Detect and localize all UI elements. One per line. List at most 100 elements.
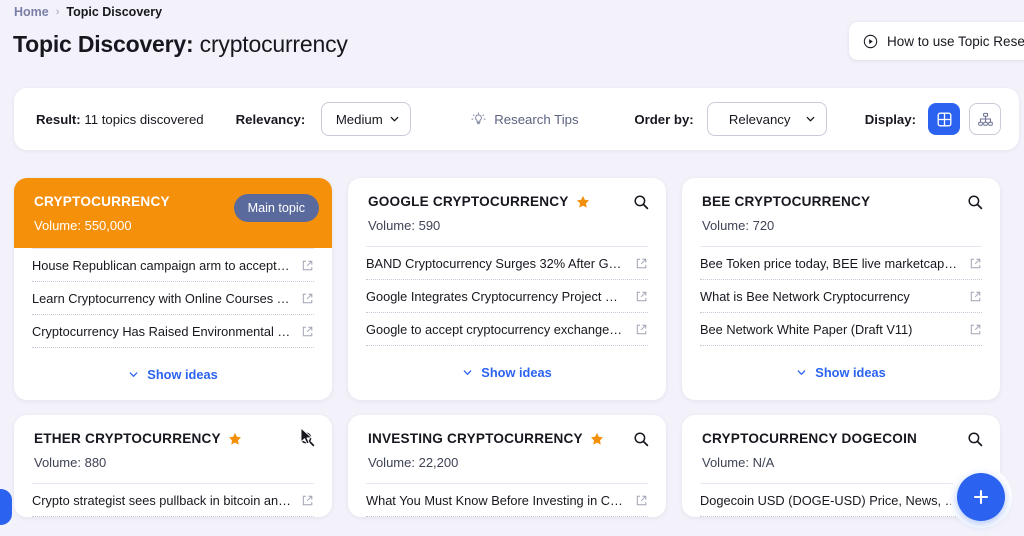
- idea-title: Bee Network White Paper (Draft V11): [700, 321, 913, 337]
- topic-discovery-page: Home › Topic Discovery Topic Discovery: …: [0, 0, 1024, 536]
- external-link-icon[interactable]: [969, 290, 982, 303]
- search-icon[interactable]: [633, 194, 649, 210]
- external-link-icon[interactable]: [301, 494, 314, 507]
- topic-card-header: BEE CRYPTOCURRENCY Volume: 720: [682, 178, 1000, 246]
- topic-card-title-row: ETHER CRYPTOCURRENCY: [34, 431, 314, 446]
- star-icon[interactable]: [590, 432, 604, 446]
- topic-card-title-row: CRYPTOCURRENCY DOGECOIN: [702, 431, 982, 446]
- breadcrumb-separator-icon: ›: [55, 6, 60, 18]
- how-to-use-label: How to use Topic Research: [887, 33, 1024, 49]
- idea-title: Google to accept cryptocurrency exchange…: [366, 321, 628, 337]
- external-link-icon[interactable]: [301, 325, 314, 338]
- topic-card-ideas: Dogecoin USD (DOGE-USD) Price, News, Qu.…: [700, 483, 982, 517]
- external-link-icon[interactable]: [969, 323, 982, 336]
- add-topic-button[interactable]: [957, 473, 1005, 521]
- how-to-use-topic-research-button[interactable]: How to use Topic Research: [849, 22, 1024, 60]
- topic-card-title: ETHER CRYPTOCURRENCY: [34, 431, 221, 446]
- idea-title: What is Bee Network Cryptocurrency: [700, 288, 910, 304]
- idea-title: Google Integrates Cryptocurrency Project…: [366, 288, 631, 304]
- topic-card-header: CRYPTOCURRENCY DOGECOIN Volume: N/A: [682, 415, 1000, 483]
- show-ideas-label: Show ideas: [815, 365, 886, 380]
- external-link-icon[interactable]: [635, 257, 648, 270]
- relevancy-selected-value: Medium: [335, 111, 383, 127]
- list-item[interactable]: Learn Cryptocurrency with Online Courses…: [32, 282, 314, 315]
- topic-card-volume: Volume: 590: [368, 218, 441, 233]
- topic-card[interactable]: INVESTING CRYPTOCURRENCY Volume: 22,200 …: [348, 415, 666, 517]
- topic-card-title-row: BEE CRYPTOCURRENCY: [702, 194, 982, 209]
- external-link-icon[interactable]: [635, 494, 648, 507]
- topic-card-title: INVESTING CRYPTOCURRENCY: [368, 431, 583, 446]
- topic-card-title: BEE CRYPTOCURRENCY: [702, 194, 871, 209]
- topic-card-volume: Volume: 720: [702, 218, 775, 233]
- search-icon[interactable]: [633, 431, 649, 447]
- page-title-label: Topic Discovery:: [13, 31, 194, 57]
- topic-card[interactable]: BEE CRYPTOCURRENCY Volume: 720 Bee Token…: [682, 178, 1000, 400]
- list-item[interactable]: Bee Token price today, BEE live marketca…: [700, 247, 982, 280]
- topic-cards-grid: CRYPTOCURRENCY Volume: 550,000 Main topi…: [14, 178, 1020, 517]
- relevancy-select[interactable]: Medium: [321, 102, 412, 136]
- list-item[interactable]: Crypto strategist sees pullback in bitco…: [32, 484, 314, 517]
- topic-card-header: CRYPTOCURRENCY Volume: 550,000 Main topi…: [14, 178, 332, 248]
- topic-card[interactable]: GOOGLE CRYPTOCURRENCY Volume: 590 BAND C…: [348, 178, 666, 400]
- search-icon[interactable]: [967, 431, 983, 447]
- mouse-cursor: [300, 427, 313, 445]
- display-cards-toggle[interactable]: [928, 103, 960, 135]
- list-item[interactable]: Google to accept cryptocurrency exchange…: [366, 313, 648, 346]
- side-panel-handle[interactable]: [0, 489, 12, 525]
- list-item[interactable]: Google Integrates Cryptocurrency Project…: [366, 280, 648, 313]
- show-ideas-button[interactable]: Show ideas: [32, 348, 314, 400]
- list-item[interactable]: What You Must Know Before Investing in C…: [366, 484, 648, 517]
- external-link-icon[interactable]: [635, 290, 648, 303]
- list-item[interactable]: BAND Cryptocurrency Surges 32% After Goo…: [366, 247, 648, 280]
- mindmap-hierarchy-icon: [977, 112, 993, 126]
- idea-title: Bee Token price today, BEE live marketca…: [700, 255, 969, 271]
- topic-card[interactable]: ETHER CRYPTOCURRENCY Volume: 880 Crypto …: [14, 415, 332, 517]
- search-icon[interactable]: [967, 194, 983, 210]
- order-by-label: Order by:: [634, 111, 694, 127]
- list-item[interactable]: What is Bee Network Cryptocurrency: [700, 280, 982, 313]
- show-ideas-label: Show ideas: [481, 365, 552, 380]
- research-tips-label: Research Tips: [494, 111, 579, 127]
- external-link-icon[interactable]: [301, 292, 314, 305]
- chevron-down-icon: [129, 372, 138, 377]
- chevron-down-icon: [390, 116, 399, 122]
- external-link-icon[interactable]: [635, 323, 648, 336]
- external-link-icon[interactable]: [969, 257, 982, 270]
- display-mindmap-toggle[interactable]: [969, 103, 1001, 135]
- topic-card-title-row: GOOGLE CRYPTOCURRENCY: [368, 194, 648, 209]
- breadcrumb-current: Topic Discovery: [66, 5, 163, 19]
- topic-card-header: ETHER CRYPTOCURRENCY Volume: 880: [14, 415, 332, 483]
- topic-card-title: CRYPTOCURRENCY: [34, 194, 170, 209]
- order-by-select[interactable]: Relevancy: [706, 102, 827, 136]
- show-ideas-label: Show ideas: [147, 367, 218, 382]
- add-button-halo: [950, 466, 1012, 528]
- list-item[interactable]: Bee Network White Paper (Draft V11): [700, 313, 982, 346]
- chevron-down-icon: [797, 370, 806, 375]
- list-item[interactable]: Dogecoin USD (DOGE-USD) Price, News, Qu.…: [700, 484, 982, 517]
- star-icon[interactable]: [228, 432, 242, 446]
- topic-card[interactable]: CRYPTOCURRENCY Volume: 550,000 Main topi…: [14, 178, 332, 400]
- show-ideas-button[interactable]: Show ideas: [700, 346, 982, 398]
- topic-card-ideas: BAND Cryptocurrency Surges 32% After Goo…: [366, 246, 648, 398]
- idea-title: What You Must Know Before Investing in C…: [366, 492, 631, 508]
- breadcrumb-home-link[interactable]: Home: [14, 5, 49, 19]
- idea-title: House Republican campaign arm to accept …: [32, 257, 298, 273]
- main-topic-badge: Main topic: [233, 194, 319, 222]
- toolbar: Result: 11 topics discovered Relevancy: …: [14, 88, 1019, 150]
- idea-title: BAND Cryptocurrency Surges 32% After Goo…: [366, 255, 634, 271]
- topic-card-ideas: Bee Token price today, BEE live marketca…: [700, 246, 982, 398]
- list-item[interactable]: Cryptocurrency Has Raised Environmental …: [32, 315, 314, 348]
- show-ideas-button[interactable]: Show ideas: [366, 346, 648, 398]
- topic-card-title: GOOGLE CRYPTOCURRENCY: [368, 194, 569, 209]
- star-icon[interactable]: [576, 195, 590, 209]
- research-tips-button[interactable]: Research Tips: [471, 111, 579, 127]
- external-link-icon[interactable]: [301, 259, 314, 272]
- topic-card-volume: Volume: N/A: [702, 455, 775, 470]
- idea-title: Learn Cryptocurrency with Online Courses…: [32, 290, 301, 306]
- plus-icon: [973, 489, 989, 505]
- list-item[interactable]: House Republican campaign arm to accept …: [32, 249, 314, 282]
- page-title: Topic Discovery: cryptocurrency: [13, 31, 348, 58]
- topic-card-title: CRYPTOCURRENCY DOGECOIN: [702, 431, 918, 446]
- result-value: 11 topics discovered: [84, 111, 204, 127]
- topic-card-ideas: What You Must Know Before Investing in C…: [366, 483, 648, 517]
